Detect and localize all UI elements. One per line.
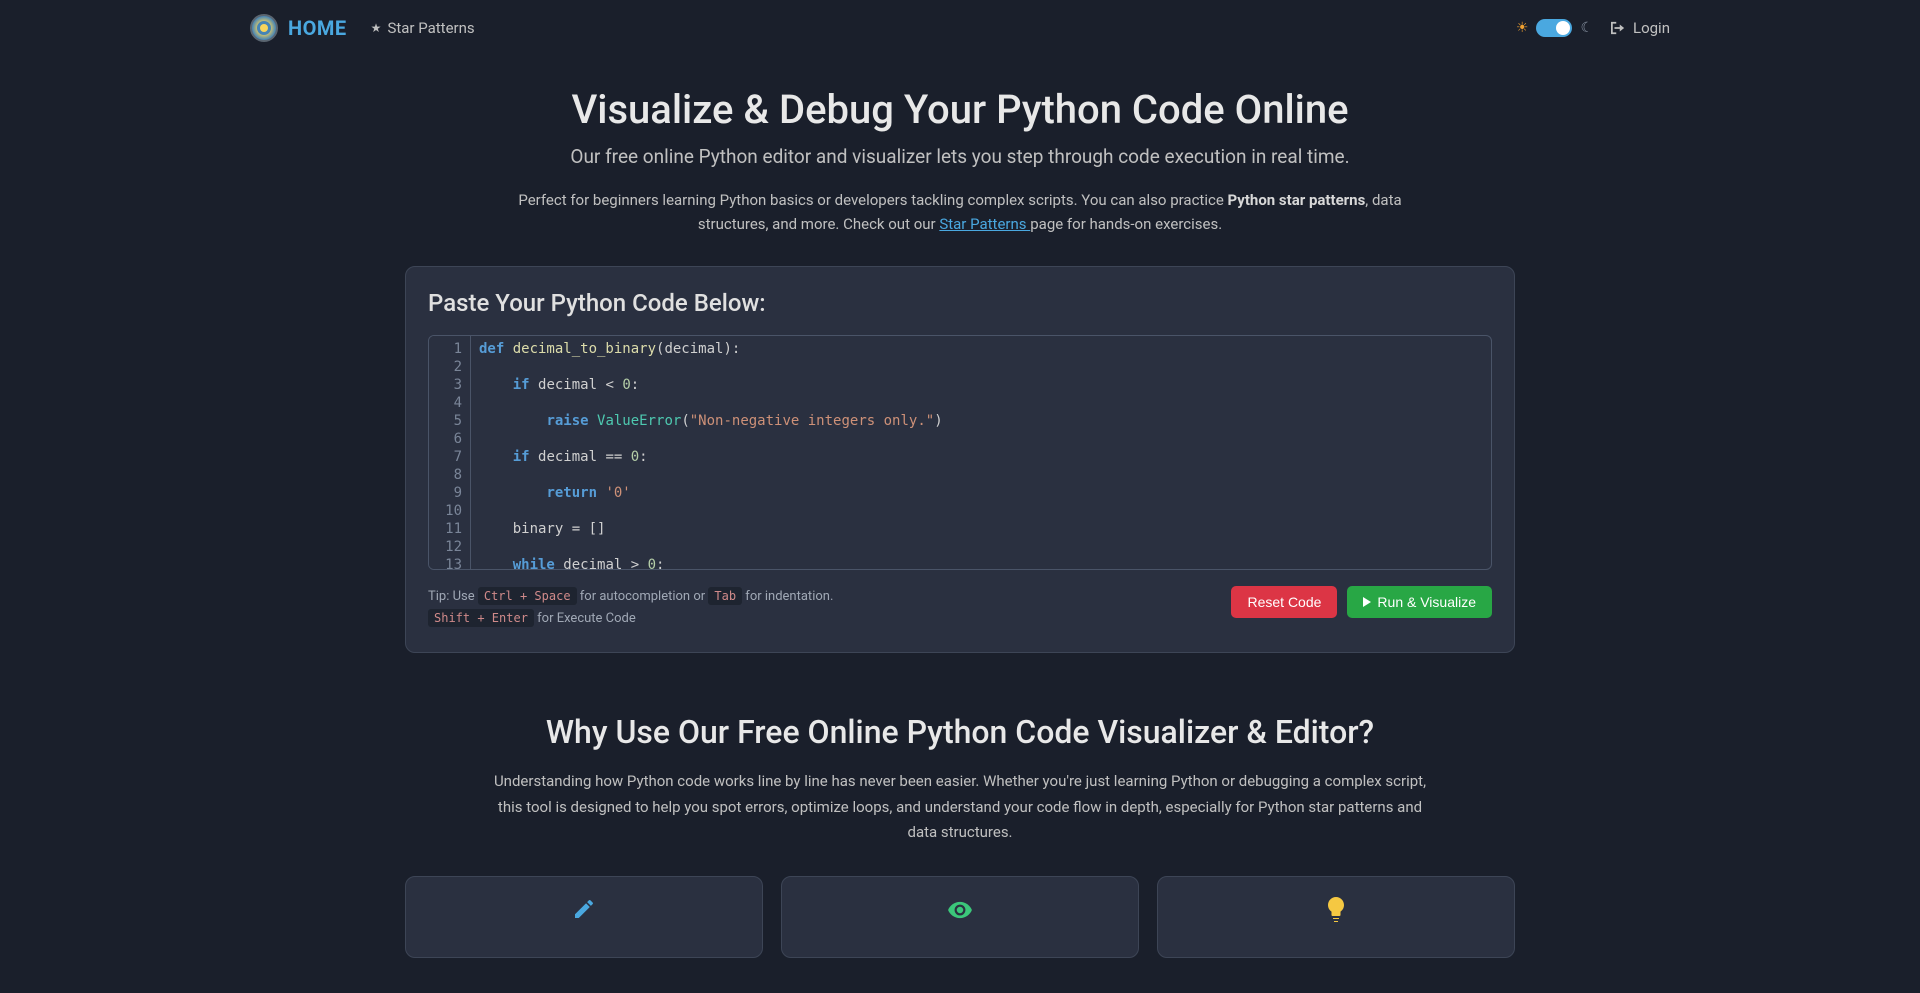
editor-label: Paste Your Python Code Below: [428,289,1492,317]
login-link[interactable]: Login [1611,19,1670,37]
star-patterns-link[interactable]: ★ Star Patterns [371,19,475,37]
editor-tips: Tip: Use Ctrl + Space for autocompletion… [428,586,833,630]
pencil-icon [426,897,742,927]
feature-card-visualize [781,876,1139,958]
hero-title: Visualize & Debug Your Python Code Onlin… [405,86,1515,133]
kbd-tab: Tab [708,587,742,605]
home-label: HOME [288,16,347,40]
kbd-execute: Shift + Enter [428,609,534,627]
code-editor[interactable]: 12345678910111213 def decimal_to_binary(… [428,335,1492,570]
button-group: Reset Code Run & Visualize [1231,586,1492,618]
hero-subtitle: Our free online Python editor and visual… [405,145,1515,168]
theme-toggle[interactable] [1536,19,1572,37]
header: HOME ★ Star Patterns ☀ ☾ Login [0,0,1920,56]
run-button[interactable]: Run & Visualize [1347,586,1492,618]
star-patterns-inline-link[interactable]: Star Patterns [939,215,1030,233]
home-link[interactable]: HOME [250,14,347,42]
header-left: HOME ★ Star Patterns [250,14,475,42]
star-patterns-label: Star Patterns [387,19,474,37]
feature-row [405,876,1515,958]
reset-button[interactable]: Reset Code [1231,586,1337,618]
line-numbers: 12345678910111213 [429,336,471,569]
why-text: Understanding how Python code works line… [485,769,1435,846]
why-title: Why Use Our Free Online Python Code Visu… [405,713,1515,751]
editor-card: Paste Your Python Code Below: 1234567891… [405,266,1515,653]
theme-toggle-group: ☀ ☾ [1516,19,1593,37]
main-content: Visualize & Debug Your Python Code Onlin… [385,56,1535,988]
toggle-knob [1556,21,1570,35]
eye-icon [802,897,1118,929]
star-icon: ★ [371,21,382,35]
feature-card-learn [1157,876,1515,958]
intro-text: Perfect for beginners learning Python ba… [510,188,1410,236]
python-logo-icon [250,14,278,42]
sun-icon: ☀ [1516,20,1529,36]
play-icon [1363,597,1371,607]
login-label: Login [1633,19,1670,37]
editor-footer: Tip: Use Ctrl + Space for autocompletion… [428,586,1492,630]
kbd-autocomplete: Ctrl + Space [478,587,577,605]
feature-card-write [405,876,763,958]
code-content[interactable]: def decimal_to_binary(decimal): if decim… [471,336,1491,569]
login-icon [1611,21,1625,35]
lightbulb-icon [1178,897,1494,929]
header-right: ☀ ☾ Login [1516,19,1670,37]
moon-icon: ☾ [1580,20,1593,36]
